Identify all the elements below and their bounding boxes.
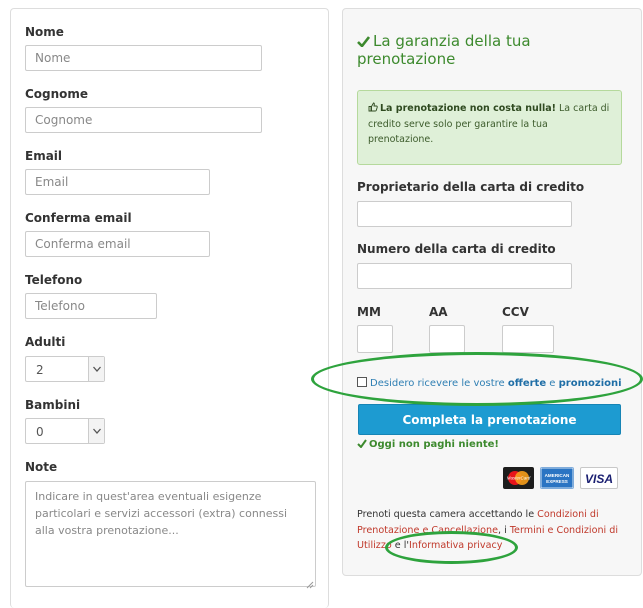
mm-input[interactable] (357, 325, 393, 353)
svg-text:AMERICAN: AMERICAN (545, 473, 570, 478)
pay-nothing-note: Oggi non paghi niente! (357, 439, 499, 451)
complete-booking-button[interactable]: Completa la prenotazione (358, 404, 621, 435)
info-bold-text: La prenotazione non costa nulla! (380, 103, 556, 114)
note-textarea[interactable] (25, 481, 316, 587)
guest-details-panel: Nome Cognome Email Conferma email Telefo… (10, 8, 329, 608)
bambini-select[interactable]: 0 (25, 418, 105, 444)
ccv-input[interactable] (502, 325, 554, 353)
guarantee-heading: La garanzia della tua prenotazione (357, 33, 627, 68)
promozioni-text: promozioni (558, 378, 622, 389)
terms-sep: , i (498, 524, 510, 536)
adulti-value: 2 (36, 363, 44, 377)
conferma-email-input[interactable] (25, 231, 210, 257)
aa-label: AA (429, 305, 448, 319)
offerte-text: offerte (507, 378, 547, 389)
resize-handle-icon[interactable] (305, 574, 314, 593)
terms-mid: e l' (391, 540, 410, 551)
telefono-input[interactable] (25, 293, 157, 319)
thumbs-up-icon (368, 102, 378, 117)
card-number-input[interactable] (357, 263, 572, 289)
card-owner-input[interactable] (357, 201, 572, 227)
nome-input[interactable] (25, 45, 262, 71)
conferma-email-label: Conferma email (25, 211, 132, 225)
payment-panel: La garanzia della tua prenotazione La pr… (342, 8, 642, 576)
svg-text:VISA: VISA (585, 472, 613, 486)
newsletter-checkbox[interactable] (357, 377, 367, 387)
card-number-label: Numero della carta di credito (357, 242, 556, 256)
amex-logo: AMERICAN EXPRESS (540, 467, 574, 489)
card-owner-label: Proprietario della carta di credito (357, 180, 585, 194)
nome-label: Nome (25, 25, 64, 39)
cognome-input[interactable] (25, 107, 262, 133)
bambini-value: 0 (36, 425, 44, 439)
telefono-label: Telefono (25, 273, 83, 287)
checkmark-icon (357, 439, 367, 451)
chevron-down-icon (88, 419, 104, 443)
newsletter-text: Desidero ricevere le vostre (370, 378, 508, 389)
pay-nothing-text: Oggi non paghi niente! (369, 439, 499, 450)
bambini-label: Bambini (25, 398, 81, 412)
terms-text: Prenoti questa camera accettando le Cond… (357, 507, 639, 554)
adulti-label: Adulti (25, 335, 66, 349)
checkmark-icon (357, 34, 371, 51)
mm-label: MM (357, 305, 381, 319)
svg-text:EXPRESS: EXPRESS (546, 479, 568, 484)
svg-text:MasterCard: MasterCard (507, 476, 531, 481)
note-label: Note (25, 460, 58, 474)
guarantee-title: La garanzia della tua prenotazione (357, 32, 531, 68)
info-alert: La prenotazione non costa nulla! La cart… (357, 90, 622, 165)
newsletter-optin[interactable]: Desidero ricevere le vostre offerte e pr… (357, 377, 643, 389)
chevron-down-icon (88, 357, 104, 381)
aa-input[interactable] (429, 325, 465, 353)
privacy-policy-link[interactable]: Informativa privacy (409, 540, 502, 551)
and-text: e (546, 378, 559, 389)
ccv-label: CCV (502, 305, 529, 319)
email-label: Email (25, 149, 63, 163)
cognome-label: Cognome (25, 87, 89, 101)
visa-logo: VISA (580, 467, 618, 489)
adulti-select[interactable]: 2 (25, 356, 105, 382)
email-input[interactable] (25, 169, 210, 195)
mastercard-logo: MasterCard (503, 467, 534, 489)
terms-prefix: Prenoti questa camera accettando le (357, 509, 538, 520)
payment-cards: MasterCard AMERICAN EXPRESS VISA (503, 467, 618, 489)
